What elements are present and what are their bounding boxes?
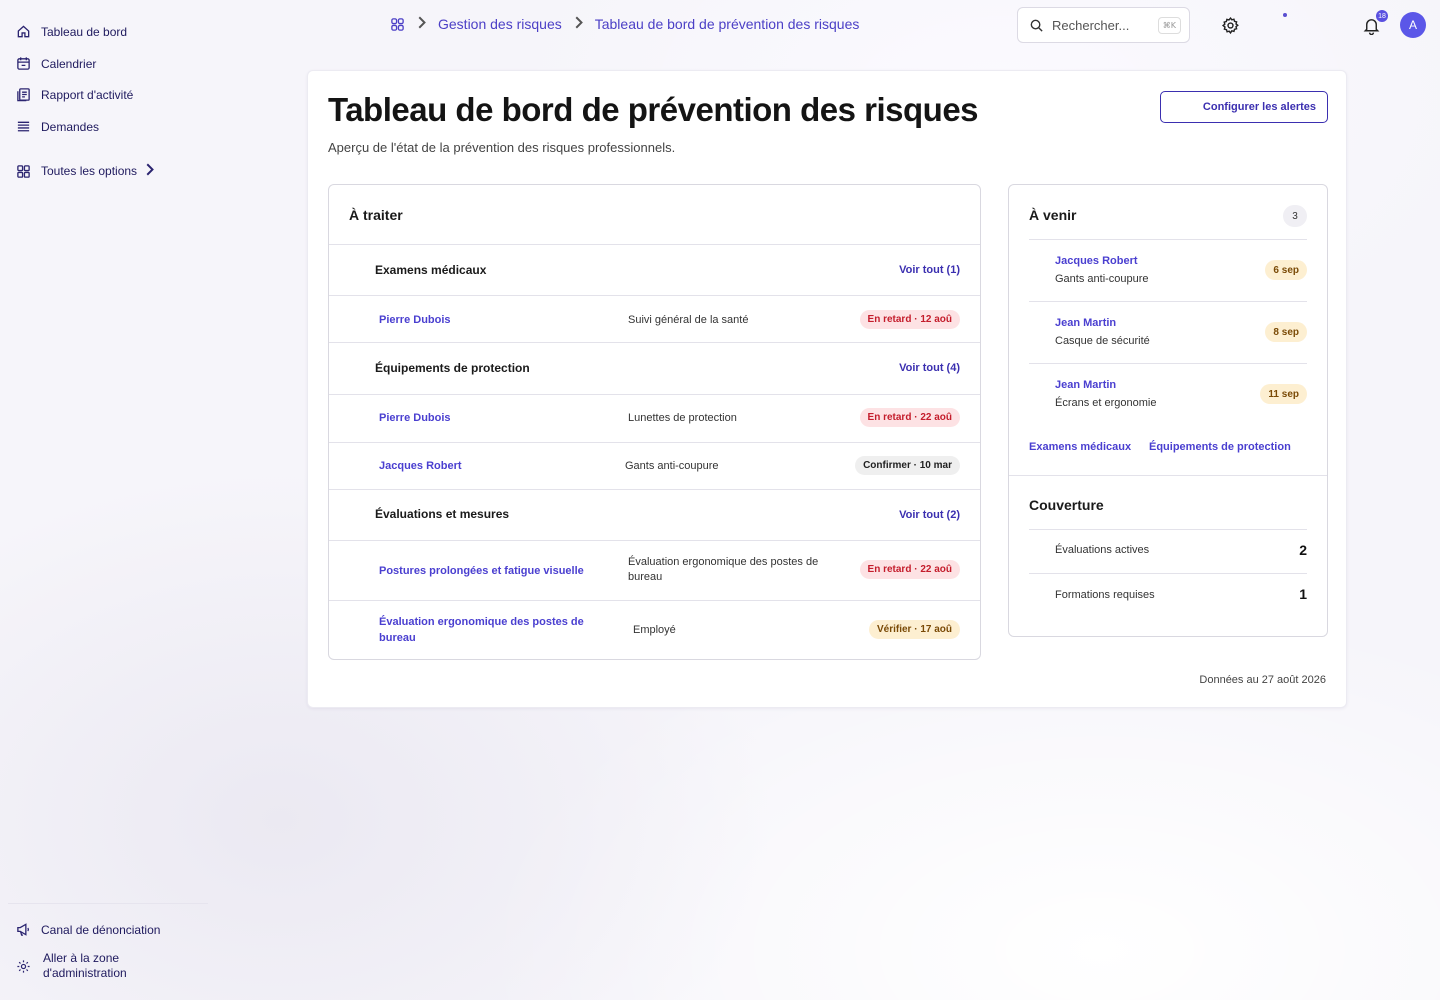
search-input[interactable]: Rechercher... ⌘K (1017, 7, 1190, 43)
data-date: Données au 27 août 2026 (1199, 674, 1326, 686)
status-badge: Vérifier · 17 aoû (868, 620, 960, 639)
sidebar-divider (8, 903, 208, 904)
coverage-label: Évaluations actives (1055, 544, 1150, 556)
sidebar-item-label: Tableau de bord (41, 24, 128, 39)
todo-row-desc: Lunettes de protection (628, 412, 737, 424)
page-subtitle: Aperçu de l'état de la prévention des ri… (328, 140, 676, 155)
todo-row-name[interactable]: Pierre Dubois (379, 312, 451, 328)
coverage-value: 2 (1299, 542, 1307, 558)
link-protective-equipment[interactable]: Équipements de protection (1149, 441, 1291, 453)
todo-row-desc: Évaluation ergonomique des postes de bur… (628, 556, 819, 583)
configure-alerts-button[interactable]: Configurer les alertes (1160, 91, 1328, 123)
sidebar-item-activity-report[interactable]: Rapport d'activité (16, 87, 133, 102)
sidebar-item-label: Calendrier (41, 56, 97, 71)
section-title-evaluations: Évaluations et mesures (375, 507, 510, 521)
upcoming-title: À venir (1029, 207, 1077, 223)
upcoming-item-equipment: Écrans et ergonomie (1055, 397, 1157, 409)
status-badge: En retard · 22 aoû (859, 408, 960, 427)
search-shortcut: ⌘K (1157, 16, 1181, 34)
breadcrumb-item-current[interactable]: Tableau de bord de prévention des risque… (595, 16, 860, 32)
sidebar-admin-label-line1: Aller à la zone (43, 951, 120, 965)
todo-row-name[interactable]: Pierre Dubois (379, 410, 451, 426)
status-badge: En retard · 22 aoû (859, 560, 960, 579)
upcoming-date-badge: 11 sep (1260, 384, 1307, 404)
see-all-evaluations[interactable]: Voir tout (2) (899, 509, 960, 521)
sidebar-item-label: Demandes (41, 119, 100, 134)
sidebar-all-options[interactable]: Toutes les options (16, 162, 157, 180)
grid-icon (16, 164, 31, 179)
sidebar-item-label: Rapport d'activité (41, 87, 134, 102)
gear-icon (16, 959, 31, 974)
settings-gear-icon[interactable] (1220, 15, 1240, 35)
section-title-protective-equipment: Équipements de protection (375, 361, 530, 375)
upcoming-date-badge: 8 sep (1265, 322, 1307, 342)
notification-badge: 18 (1376, 10, 1388, 22)
status-badge: Confirmer · 10 mar (855, 456, 960, 475)
todo-row-desc: Suivi général de la santé (628, 314, 749, 326)
sidebar-admin-zone[interactable]: Aller à la zone d'administration (16, 951, 127, 981)
search-placeholder: Rechercher... (1052, 17, 1130, 33)
list-icon (16, 119, 31, 134)
todo-row-desc: Gants anti-coupure (625, 460, 719, 472)
chevron-right-icon (571, 15, 586, 33)
upcoming-panel: À venir 3 Jacques Robert Gants anti-coup… (1008, 184, 1328, 637)
sidebar-admin-label-line2: d'administration (43, 966, 127, 980)
page-title: Tableau de bord de prévention des risque… (328, 91, 979, 128)
sidebar-item-requests[interactable]: Demandes (16, 119, 99, 134)
see-all-medical-exams[interactable]: Voir tout (1) (899, 264, 960, 276)
coverage-value: 1 (1299, 586, 1307, 602)
todo-row-name[interactable]: Postures prolongées et fatigue visuelle (379, 563, 609, 579)
upcoming-item-name[interactable]: Jean Martin (1055, 317, 1116, 329)
megaphone-icon (16, 922, 31, 937)
sidebar-item-calendar[interactable]: Calendrier (16, 56, 96, 71)
upcoming-item-equipment: Casque de sécurité (1055, 335, 1150, 347)
search-icon (1029, 18, 1044, 33)
sidebar-whistleblowing-label: Canal de dénonciation (41, 922, 161, 937)
upcoming-item-name[interactable]: Jean Martin (1055, 379, 1116, 391)
home-icon (16, 24, 31, 39)
coverage-title: Couverture (1029, 497, 1104, 513)
status-dot (1283, 13, 1287, 17)
calendar-icon (16, 56, 31, 71)
link-medical-exams[interactable]: Examens médicaux (1029, 441, 1131, 453)
sidebar: Tableau de bord Calendrier Rapport d'act… (0, 0, 210, 1000)
chevron-right-icon (414, 15, 429, 33)
sidebar-item-dashboard[interactable]: Tableau de bord (16, 24, 127, 39)
see-all-protective-equipment[interactable]: Voir tout (4) (899, 362, 960, 374)
todo-panel: À traiter Examens médicaux Voir tout (1)… (328, 184, 981, 660)
upcoming-count-badge: 3 (1283, 205, 1307, 227)
upcoming-date-badge: 6 sep (1265, 260, 1307, 280)
upcoming-item-equipment: Gants anti-coupure (1055, 273, 1149, 285)
chevron-right-icon (142, 162, 157, 180)
sidebar-all-options-label: Toutes les options (41, 164, 138, 178)
avatar[interactable]: A (1400, 12, 1426, 38)
status-badge: En retard · 12 aoû (859, 310, 960, 329)
report-icon (16, 87, 31, 102)
todo-title: À traiter (349, 207, 403, 223)
apps-grid-icon[interactable] (390, 17, 405, 32)
dashboard-card: Tableau de bord de prévention des risque… (307, 70, 1347, 708)
todo-row-desc: Employé (633, 624, 676, 636)
breadcrumb-item-risk-management[interactable]: Gestion des risques (438, 16, 562, 32)
coverage-label: Formations requises (1055, 589, 1155, 601)
todo-row-name[interactable]: Jacques Robert (379, 458, 462, 474)
sidebar-whistleblowing[interactable]: Canal de dénonciation (16, 922, 160, 937)
todo-row-name[interactable]: Évaluation ergonomique des postes de bur… (379, 614, 609, 646)
section-title-medical-exams: Examens médicaux (375, 263, 487, 277)
breadcrumb: Gestion des risques Tableau de bord de p… (390, 15, 859, 33)
upcoming-item-name[interactable]: Jacques Robert (1055, 255, 1138, 267)
